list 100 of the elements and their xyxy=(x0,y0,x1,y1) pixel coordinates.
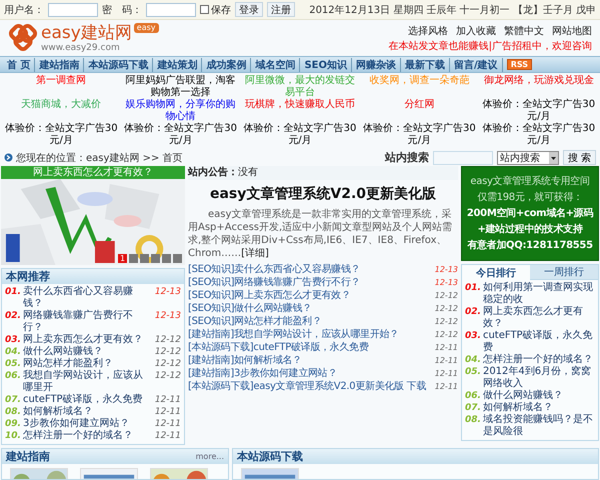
ad-notice[interactable]: 在本站发文章也能赚钱|广告招租中，欢迎咨询 xyxy=(377,40,592,52)
rank-number: 01. xyxy=(5,286,21,298)
panel-title: 本网推荐 xyxy=(6,269,50,284)
article-link[interactable]: 网上卖东西怎么才更有效？ xyxy=(482,306,595,330)
article-date: 12-11 xyxy=(154,430,181,442)
article-link[interactable]: 卖什么东西省心又容易赚钱？ xyxy=(22,286,153,310)
article-date: 12-13 xyxy=(154,286,181,298)
banner-text: 有意者加QQ:1281178555 xyxy=(467,239,593,252)
nav-item[interactable]: SEO知识 xyxy=(300,58,352,72)
nav-item[interactable]: 网赚杂谈 xyxy=(352,58,402,72)
article-link[interactable]: 怎样注册一个好的域名？ xyxy=(482,354,595,366)
search-scope-select[interactable]: 站内搜索 xyxy=(496,150,559,164)
text-ad[interactable]: 体验价：全站文字广告30元/月 xyxy=(361,123,478,147)
password-field[interactable] xyxy=(146,2,196,16)
article-link[interactable]: 网上卖东西怎么才更有效？ xyxy=(22,334,153,346)
location-icon xyxy=(4,153,13,162)
nav-item[interactable]: 建站策划 xyxy=(153,58,202,72)
nav-item[interactable]: 本站源码下载 xyxy=(84,58,154,72)
text-ad[interactable]: 玩棋牌，快速赚取人民币 xyxy=(242,99,358,123)
more-link[interactable]: more... xyxy=(196,452,224,461)
article-link[interactable]: 做什么网站赚钱？ xyxy=(482,390,595,402)
nav-item[interactable]: 首 页 xyxy=(3,58,36,72)
article-link[interactable]: 网络赚钱靠赚广告费行不行？ xyxy=(22,310,153,334)
headline[interactable]: easy文章管理系统V2.0更新美化版 xyxy=(188,185,458,203)
article-link[interactable]: [本站源码下载]cuteFTP破译版，永久免费 xyxy=(188,341,432,354)
panel-title: 本站源码下载 xyxy=(237,449,303,464)
rank-number: 08. xyxy=(5,406,21,418)
banner-text: easy文章管理系统专用空间 xyxy=(470,175,590,188)
article-date: 12-12 xyxy=(154,370,181,382)
article-date: 12-12 xyxy=(434,290,458,302)
login-button[interactable]: 登录 xyxy=(235,2,263,17)
rank-number: 06. xyxy=(465,390,481,402)
remember-checkbox[interactable] xyxy=(200,5,209,14)
article-link[interactable]: [建站指南]3步教你如何建立网站？ xyxy=(188,367,432,380)
article-link[interactable]: 3步教你如何建立网站？ xyxy=(22,418,153,430)
article-date: 12-12 xyxy=(434,329,458,341)
article-link[interactable]: 如何利用第一调查网实现稳定的收 xyxy=(482,282,595,306)
article-link[interactable]: 如何解析域名？ xyxy=(22,406,153,418)
rank-number: 02. xyxy=(5,310,21,322)
text-ad[interactable]: 第一调查网 xyxy=(3,75,120,99)
article-link[interactable]: 做什么网站赚钱？ xyxy=(22,346,153,358)
site-logo-text: easy建站网 xyxy=(41,23,132,43)
article-link[interactable]: 网站怎样才能盈利？ xyxy=(22,358,153,370)
nav-item[interactable]: 域名空间 xyxy=(251,58,300,72)
text-ad[interactable]: 阿里妈妈广告联盟，淘客购物第一选择 xyxy=(122,75,239,99)
logo-icon xyxy=(8,23,38,53)
rank-number: 03. xyxy=(5,334,21,346)
nav-item[interactable]: 成功案例 xyxy=(202,58,252,72)
article-link[interactable]: [建站指南]如何解析域名？ xyxy=(188,354,432,367)
rank-number: 07. xyxy=(5,394,21,406)
nav-item[interactable]: 建站指南 xyxy=(35,58,84,72)
header-link[interactable]: 网站地图 xyxy=(552,24,592,38)
detail-link[interactable]: [详细] xyxy=(241,248,269,259)
article-link[interactable]: cuteFTP破译版，永久免费 xyxy=(22,394,153,406)
article-link[interactable]: [SEO知识]做什么网站赚钱？ xyxy=(188,302,432,315)
article-link[interactable]: [建站指南]我想自学网站设计，应该从哪里开始？ xyxy=(188,328,432,341)
text-ad[interactable]: 娱乐购物网，分享你的购物心情 xyxy=(122,99,239,123)
remember-label: 保存 xyxy=(211,4,231,16)
article-link[interactable]: 如何解析域名？ xyxy=(482,402,595,414)
text-ad[interactable]: 体验价：全站文字广告30元/月 xyxy=(242,123,358,147)
article-date: 12-13 xyxy=(434,264,458,276)
hosting-banner[interactable]: easy文章管理系统专用空间 仅需198元，就可获得： 200M空间+com域名+源码 +建站过程中的技术支持 有意者加QQ:1281178555 xyxy=(461,166,599,261)
search-field[interactable] xyxy=(432,150,493,164)
nav-item[interactable]: 最新下载 xyxy=(401,58,450,72)
text-ad[interactable]: 体验价：全站文字广告30元/月 xyxy=(3,123,120,147)
rank-number: 03. xyxy=(465,330,481,343)
header-link[interactable]: 繁體中文 xyxy=(504,24,544,38)
article-link[interactable]: 域名投资能赚钱吗？是不是风险很 xyxy=(482,414,595,438)
header-link[interactable]: 选择风格 xyxy=(408,24,448,38)
banner-text: 仅需198元，就可获得： xyxy=(477,191,583,204)
header-link[interactable]: 加入收藏 xyxy=(456,24,496,38)
text-ad[interactable]: 御龙网络，玩游戏兑现金 xyxy=(480,75,597,99)
article-link[interactable]: cuteFTP破译版，永久免费 xyxy=(482,330,595,354)
announcement-label: 站内公告： xyxy=(188,166,238,180)
ranking-tab[interactable]: 一周排行 xyxy=(530,265,598,280)
logo-badge: easy xyxy=(134,23,159,33)
article-link[interactable]: 怎样注册一个好的域名？ xyxy=(22,430,153,442)
username-field[interactable] xyxy=(48,2,98,16)
text-ad[interactable]: 体验价：全站文字广告30元/月 xyxy=(480,123,597,147)
search-label: 站内搜索 xyxy=(384,150,429,165)
text-ad[interactable]: 分红网 xyxy=(361,99,478,123)
article-link[interactable]: [SEO知识]网上卖东西怎么才更有效？ xyxy=(188,289,432,302)
article-date: 12-13 xyxy=(154,310,181,322)
nav-item[interactable]: 留言/建议 xyxy=(450,58,503,72)
register-button[interactable]: 注册 xyxy=(267,2,295,17)
search-button[interactable]: 搜 索 xyxy=(562,150,596,165)
site-url: www.easy29.com xyxy=(41,43,121,53)
text-ad[interactable]: 体验价：全站文字广告30元/月 xyxy=(122,123,239,147)
article-link[interactable]: [SEO知识]网络赚钱靠赚广告费行不行？ xyxy=(188,276,432,289)
article-link[interactable]: 2012年4到6月份，窝窝网络收入 xyxy=(482,366,595,390)
article-date: 12-11 xyxy=(154,418,181,430)
rank-number: 07. xyxy=(465,402,481,414)
rank-number: 04. xyxy=(5,346,21,358)
article-link[interactable]: [本站源码下载]easy文章管理系统V2.0更新美化版 下载 xyxy=(188,380,432,393)
date-text: 2012年12月13日 星期四 壬辰年 十一月初一 【龙】壬子月 戊申 xyxy=(309,4,596,16)
article-link[interactable]: [SEO知识]卖什么东西省心又容易赚钱？ xyxy=(188,263,432,276)
article-date: 12-11 xyxy=(154,406,181,418)
article-date: 12-11 xyxy=(154,394,181,406)
text-ad[interactable]: 体验价：全站文字广告30元/月 xyxy=(480,99,597,123)
article-link[interactable]: [SEO知识]网站怎样才能盈利？ xyxy=(188,315,432,328)
